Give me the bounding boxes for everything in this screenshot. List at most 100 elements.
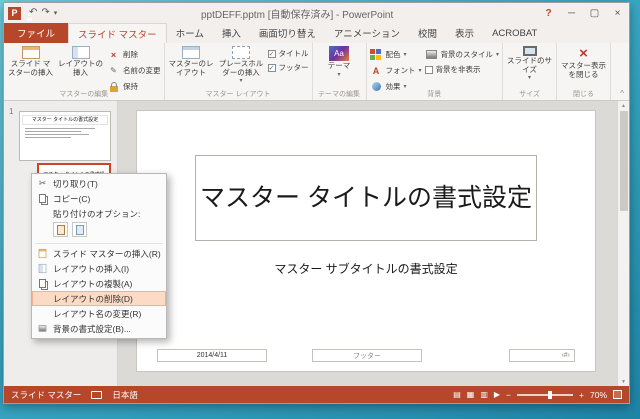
insert-slide-master-icon bbox=[38, 248, 47, 259]
tab-file[interactable]: ファイル bbox=[4, 23, 69, 43]
group-master-layout: マスターのレイアウト プレースホルダーの挿入 ▾ ✓ タイトル ✓ フッター マ… bbox=[165, 43, 313, 100]
group-edit-master: スライド マスターの挿入 レイアウトの挿入 × 削除 ✎ 名前の変更 保持 マス… bbox=[4, 43, 165, 100]
menu-duplicate-layout-label: レイアウトの複製(A) bbox=[53, 278, 133, 289]
themes-icon: Aa bbox=[329, 46, 349, 61]
title-checkbox[interactable]: ✓ タイトル bbox=[267, 48, 309, 59]
colors-button[interactable]: 配色 ▾ bbox=[370, 48, 422, 61]
collapse-ribbon-button[interactable]: ^ bbox=[620, 89, 624, 98]
tab-acrobat[interactable]: ACROBAT bbox=[483, 23, 546, 43]
menu-duplicate-layout[interactable]: レイアウトの複製(A) bbox=[32, 276, 166, 291]
menu-insert-layout[interactable]: レイアウトの挿入(I) bbox=[32, 261, 166, 276]
ribbon: スライド マスターの挿入 レイアウトの挿入 × 削除 ✎ 名前の変更 保持 マス… bbox=[4, 43, 629, 101]
menu-delete-layout[interactable]: レイアウトの削除(D) bbox=[32, 291, 166, 306]
insert-layout-button[interactable]: レイアウトの挿入 bbox=[57, 45, 104, 77]
window-title: pptDEFF.pptm [自動保存済み] - PowerPoint bbox=[201, 9, 394, 21]
zoom-out-button[interactable]: − bbox=[506, 390, 511, 400]
minimize-button[interactable]: ─ bbox=[560, 3, 583, 23]
group-size: スライドのサイズ ▾ サイズ bbox=[503, 43, 558, 100]
zoom-in-button[interactable]: + bbox=[579, 390, 584, 400]
vertical-scrollbar[interactable]: ▲ ▼ bbox=[617, 101, 629, 386]
title-placeholder[interactable]: マスター タイトルの書式設定 bbox=[195, 155, 537, 241]
fit-slide-to-window-button[interactable] bbox=[613, 390, 622, 399]
hide-background-checkbox[interactable]: 背景を非表示 bbox=[424, 64, 500, 75]
checkbox-checked-icon: ✓ bbox=[267, 63, 276, 72]
reading-view-button[interactable]: ▥ bbox=[480, 390, 488, 399]
delete-button[interactable]: × 削除 bbox=[107, 48, 161, 61]
themes-button[interactable]: Aa テーマ ▾ bbox=[316, 45, 363, 79]
insert-layout-label: レイアウトの挿入 bbox=[58, 59, 103, 77]
rename-icon: ✎ bbox=[110, 66, 117, 75]
tab-review[interactable]: 校閲 bbox=[409, 23, 446, 43]
tab-view[interactable]: 表示 bbox=[446, 23, 483, 43]
menu-insert-slide-master-label: スライド マスターの挿入(R) bbox=[53, 248, 161, 259]
menu-insert-slide-master[interactable]: スライド マスターの挿入(R) bbox=[32, 246, 166, 261]
tab-insert[interactable]: 挿入 bbox=[213, 23, 250, 43]
insert-layout-icon bbox=[38, 263, 47, 274]
fonts-button[interactable]: A フォント ▾ bbox=[370, 64, 422, 77]
group-background: 配色 ▾ A フォント ▾ 効果 ▾ 背景のスタイル ▾ 背景を非表示 背景 bbox=[367, 43, 504, 100]
slide-number-placeholder[interactable]: ‹#› bbox=[509, 349, 575, 362]
zoom-slider[interactable] bbox=[517, 390, 574, 399]
app-icon[interactable]: P bbox=[8, 6, 21, 20]
footer-placeholder[interactable]: フッター bbox=[312, 349, 422, 362]
zoom-level[interactable]: 70% bbox=[590, 390, 607, 400]
dropdown-icon: ▾ bbox=[337, 71, 341, 78]
ribbon-tabs: ファイル スライド マスター ホーム 挿入 画面切り替え アニメーション 校閲 … bbox=[4, 23, 629, 43]
insert-placeholder-label: プレースホルダーの挿入 bbox=[218, 59, 264, 77]
window-controls: ? ─ ▢ × bbox=[537, 3, 629, 23]
insert-slide-master-icon bbox=[21, 46, 40, 59]
checkbox-unchecked-icon bbox=[424, 65, 433, 74]
master-slide-thumbnail[interactable]: マスター タイトルの書式設定 bbox=[19, 111, 111, 161]
group-label-master-layout: マスター レイアウト bbox=[205, 91, 271, 98]
insert-placeholder-button[interactable]: プレースホルダーの挿入 ▾ bbox=[218, 45, 265, 85]
colors-icon bbox=[370, 49, 375, 54]
close-button[interactable]: × bbox=[606, 3, 629, 23]
scrollbar-thumb[interactable] bbox=[619, 111, 628, 211]
zoom-slider-thumb[interactable] bbox=[547, 390, 552, 399]
slide-sorter-view-button[interactable]: ▦ bbox=[467, 390, 475, 399]
slide-size-button[interactable]: スライドのサイズ ▾ bbox=[506, 45, 553, 82]
maximize-button[interactable]: ▢ bbox=[583, 3, 606, 23]
date-placeholder[interactable]: 2014/4/11 bbox=[157, 349, 267, 362]
background-styles-button[interactable]: 背景のスタイル ▾ bbox=[425, 48, 500, 61]
menu-format-background[interactable]: 背景の書式設定(B)... bbox=[32, 321, 166, 336]
footer-checkbox[interactable]: ✓ フッター bbox=[267, 62, 309, 73]
slideshow-button[interactable]: ▶ bbox=[494, 390, 500, 399]
colors-label: 配色 bbox=[385, 50, 401, 59]
tab-slide-master[interactable]: スライド マスター bbox=[68, 23, 167, 43]
tab-home[interactable]: ホーム bbox=[167, 23, 213, 43]
close-master-view-button[interactable]: × マスター表示を閉じる bbox=[560, 45, 607, 79]
rename-button[interactable]: ✎ 名前の変更 bbox=[107, 64, 160, 77]
dropdown-icon: ▾ bbox=[239, 78, 243, 85]
master-layout-label: マスターのレイアウト bbox=[168, 59, 214, 77]
scroll-down-icon[interactable]: ▼ bbox=[621, 377, 626, 386]
normal-view-button[interactable]: ▤ bbox=[453, 390, 461, 399]
close-master-view-icon: × bbox=[579, 45, 588, 62]
paste-keep-formatting-button[interactable] bbox=[53, 222, 68, 237]
language-indicator[interactable]: 日本語 bbox=[112, 389, 138, 401]
menu-delete-layout-label: レイアウトの削除(D) bbox=[53, 293, 133, 304]
tab-transitions[interactable]: 画面切り替え bbox=[250, 23, 325, 43]
group-label-background: 背景 bbox=[427, 91, 442, 98]
subtitle-placeholder[interactable]: マスター サブタイトルの書式設定 bbox=[197, 257, 535, 279]
help-button[interactable]: ? bbox=[537, 3, 560, 23]
menu-cut[interactable]: ✂ 切り取り(T) bbox=[32, 176, 166, 191]
close-master-view-label: マスター表示を閉じる bbox=[561, 61, 607, 79]
menu-copy[interactable]: コピー(C) bbox=[32, 191, 166, 206]
redo-button[interactable]: ↷ bbox=[41, 8, 49, 18]
menu-rename-layout[interactable]: レイアウト名の変更(R) bbox=[32, 306, 166, 321]
group-label-edit-master: マスターの編集 bbox=[59, 91, 109, 98]
insert-placeholder-icon bbox=[232, 46, 250, 59]
slide-canvas[interactable]: マスター タイトルの書式設定 マスター サブタイトルの書式設定 2014/4/1… bbox=[136, 110, 596, 372]
insert-slide-master-button[interactable]: スライド マスターの挿入 bbox=[7, 45, 54, 77]
master-layout-button[interactable]: マスターのレイアウト bbox=[168, 45, 215, 77]
dropdown-icon: ▾ bbox=[496, 52, 500, 58]
checkbox-checked-icon: ✓ bbox=[267, 49, 276, 58]
tab-animations[interactable]: アニメーション bbox=[325, 23, 409, 43]
group-label-close: 閉じる bbox=[573, 91, 595, 98]
scroll-up-icon[interactable]: ▲ bbox=[621, 101, 626, 110]
group-label-size: サイズ bbox=[519, 91, 540, 98]
menu-paste-options-label: 貼り付けのオプション: bbox=[53, 208, 141, 219]
menu-rename-layout-label: レイアウト名の変更(R) bbox=[53, 308, 142, 319]
paste-picture-button[interactable] bbox=[72, 222, 87, 237]
